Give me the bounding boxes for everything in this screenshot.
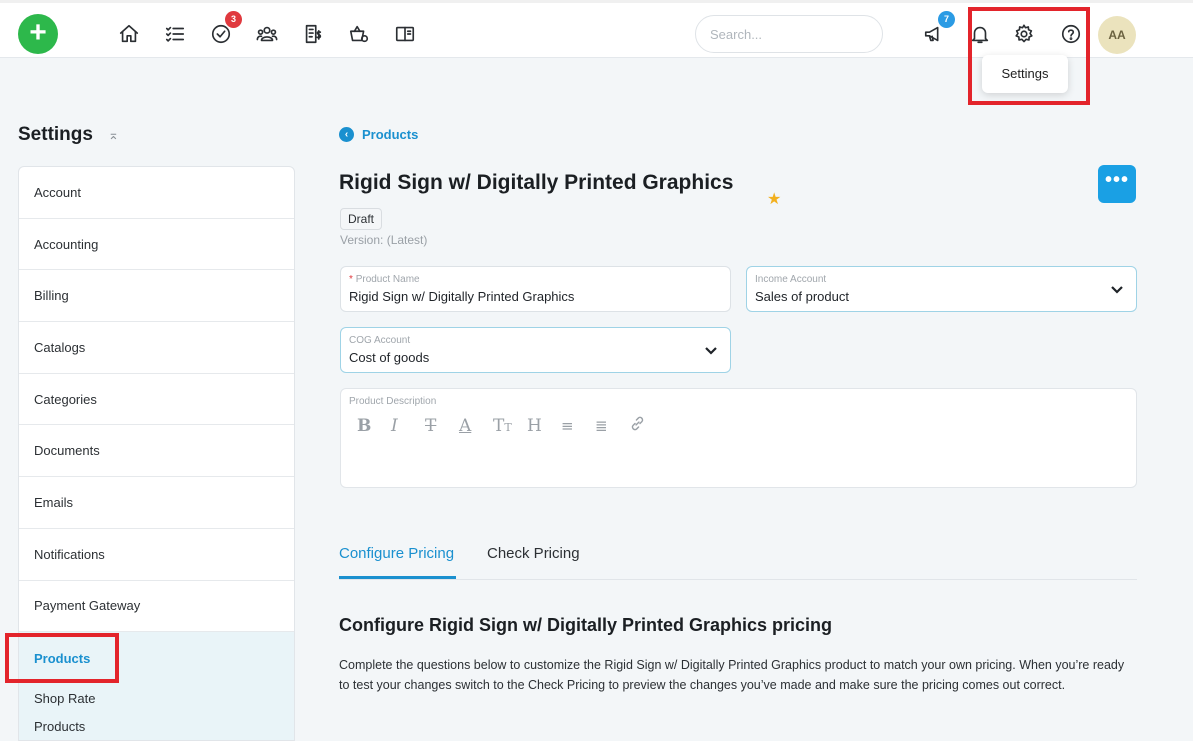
sidebar-subitem-shop-rate[interactable]: Shop Rate bbox=[34, 684, 294, 712]
tab-check-pricing[interactable]: Check Pricing bbox=[487, 545, 580, 562]
strikethrough-icon[interactable]: T bbox=[425, 416, 459, 436]
sidebar-item-billing[interactable]: Billing bbox=[19, 270, 294, 323]
sidebar-item-notifications[interactable]: Notifications bbox=[19, 529, 294, 581]
sidebar-item-account[interactable]: Account bbox=[19, 167, 294, 219]
cog-account-value: Cost of goods bbox=[349, 350, 430, 365]
sidebar-item-accounting[interactable]: Accounting bbox=[19, 219, 294, 271]
chevron-down-icon bbox=[704, 343, 718, 357]
section-title: Configure Rigid Sign w/ Digitally Printe… bbox=[339, 615, 833, 635]
heading-icon[interactable]: H bbox=[527, 416, 561, 436]
text-color-icon[interactable]: A bbox=[459, 416, 493, 436]
numbered-list-icon[interactable]: ≣ bbox=[595, 417, 629, 435]
product-description-label: Product Description bbox=[349, 396, 437, 407]
link-icon[interactable] bbox=[629, 415, 663, 437]
search-input[interactable] bbox=[695, 15, 883, 53]
version-label: Version: (Latest) bbox=[340, 233, 428, 247]
page-title: Rigid Sign w/ Digitally Printed Graphics bbox=[339, 171, 734, 194]
home-icon[interactable] bbox=[116, 21, 142, 47]
product-name-field[interactable]: * Product Name Rigid Sign w/ Digitally P… bbox=[340, 266, 731, 312]
sidebar-item-categories[interactable]: Categories bbox=[19, 374, 294, 426]
product-name-value[interactable]: Rigid Sign w/ Digitally Printed Graphics bbox=[349, 289, 722, 304]
settings-sidebar-title: Settings bbox=[18, 124, 93, 145]
chevron-down-icon bbox=[1110, 282, 1124, 296]
tasks-count-badge: 3 bbox=[225, 11, 242, 28]
products-highlight-box bbox=[5, 633, 119, 683]
income-account-select[interactable]: Income Account Sales of product bbox=[746, 266, 1137, 312]
favorite-star-icon[interactable]: ★ bbox=[767, 189, 781, 209]
cog-account-select[interactable]: COG Account Cost of goods bbox=[340, 327, 731, 373]
font-size-icon[interactable]: TT bbox=[493, 416, 527, 436]
rich-text-toolbar: B I T A TT H ≡ ≣ bbox=[357, 415, 1128, 437]
user-avatar[interactable]: AA bbox=[1098, 16, 1136, 54]
sidebar-subitem-products[interactable]: Products bbox=[34, 712, 294, 740]
checklist-icon[interactable] bbox=[162, 21, 188, 47]
products-icon[interactable] bbox=[346, 21, 372, 47]
add-button[interactable]: + bbox=[18, 14, 58, 54]
sidebar-item-payment-gateway[interactable]: Payment Gateway bbox=[19, 581, 294, 633]
sidebar-item-emails[interactable]: Emails bbox=[19, 477, 294, 529]
product-description-editor[interactable]: Product Description B I T A TT H ≡ ≣ bbox=[340, 388, 1137, 488]
sidebar-item-catalogs[interactable]: Catalogs bbox=[19, 322, 294, 374]
active-tab-indicator bbox=[339, 576, 456, 579]
more-actions-button[interactable]: ••• bbox=[1098, 165, 1136, 203]
sidebar-item-documents[interactable]: Documents bbox=[19, 425, 294, 478]
cog-account-label: COG Account bbox=[349, 335, 411, 346]
breadcrumb[interactable]: ‹ Products bbox=[339, 127, 418, 142]
breadcrumb-products-link[interactable]: Products bbox=[362, 127, 418, 142]
back-chevron-icon: ‹ bbox=[339, 127, 354, 142]
tasks-icon[interactable]: 3 bbox=[208, 11, 242, 47]
announcements-megaphone-icon[interactable]: 7 bbox=[921, 11, 955, 47]
section-description: Complete the questions below to customiz… bbox=[339, 658, 1125, 692]
bullet-list-icon[interactable]: ≡ bbox=[561, 417, 595, 435]
product-name-label: * Product Name bbox=[349, 274, 420, 285]
status-badge: Draft bbox=[340, 208, 383, 230]
announcements-count-badge: 7 bbox=[938, 11, 955, 28]
settings-highlight-box bbox=[968, 7, 1090, 105]
tab-configure-pricing[interactable]: Configure Pricing bbox=[339, 545, 454, 562]
income-account-label: Income Account bbox=[755, 274, 827, 285]
invoices-icon[interactable] bbox=[300, 21, 326, 47]
bold-icon[interactable]: B bbox=[357, 416, 391, 436]
catalog-book-icon[interactable] bbox=[392, 21, 418, 47]
italic-icon[interactable]: I bbox=[391, 416, 425, 436]
income-account-value: Sales of product bbox=[755, 289, 849, 304]
collapse-sidebar-icon[interactable]: ⌅ bbox=[108, 127, 119, 143]
pricing-tabs: Configure Pricing Check Pricing bbox=[339, 540, 1137, 580]
customers-icon[interactable] bbox=[254, 21, 280, 47]
